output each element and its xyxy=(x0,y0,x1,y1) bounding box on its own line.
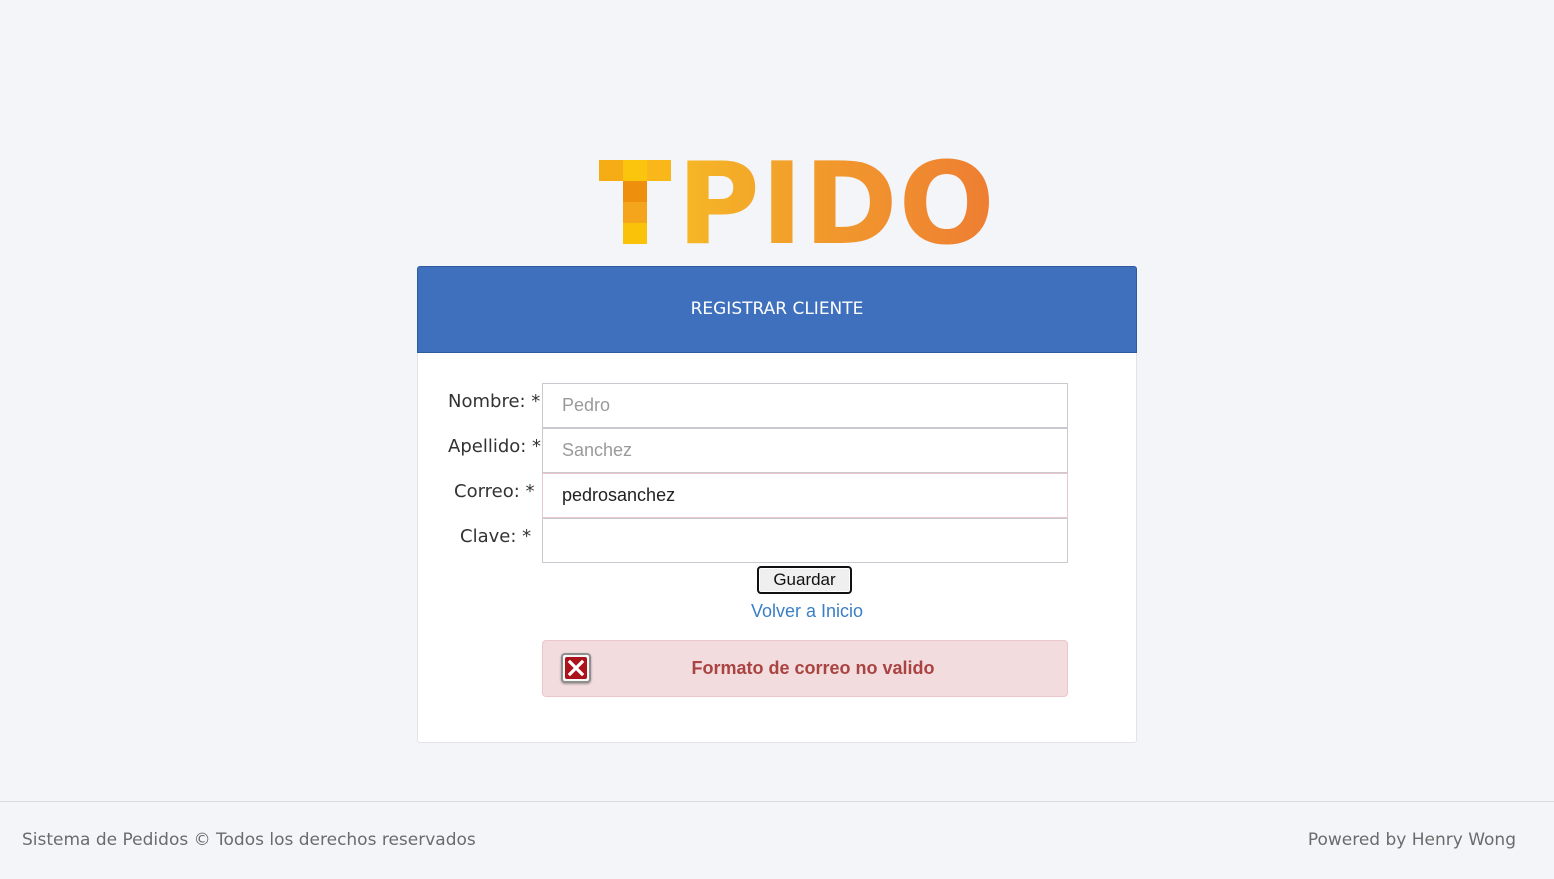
footer-powered-by: Powered by Henry Wong xyxy=(1307,830,1516,850)
correo-input[interactable] xyxy=(542,473,1068,518)
logo: PIDO xyxy=(599,148,995,261)
error-alert: Formato de correo no valido xyxy=(542,640,1068,697)
volver-inicio-link[interactable]: Volver a Inicio xyxy=(751,601,863,622)
logo-t-mark xyxy=(599,160,671,244)
error-message: Formato de correo no valido xyxy=(691,658,935,678)
nombre-input[interactable] xyxy=(542,383,1068,428)
clave-label: Clave: * xyxy=(460,526,532,547)
guardar-button[interactable]: Guardar xyxy=(757,566,852,594)
footer-divider xyxy=(0,801,1554,802)
clave-input[interactable] xyxy=(542,518,1068,563)
card-title: REGISTRAR CLIENTE xyxy=(417,266,1137,353)
correo-label: Correo: * xyxy=(454,481,535,502)
logo-text: PIDO xyxy=(677,138,996,270)
footer-copyright: Sistema de Pedidos © Todos los derechos … xyxy=(22,830,476,850)
apellido-input[interactable] xyxy=(542,428,1068,473)
nombre-label: Nombre: * xyxy=(448,391,541,412)
apellido-label: Apellido: * xyxy=(448,436,542,457)
register-card: REGISTRAR CLIENTE Nombre: * Apellido: * … xyxy=(417,266,1137,743)
